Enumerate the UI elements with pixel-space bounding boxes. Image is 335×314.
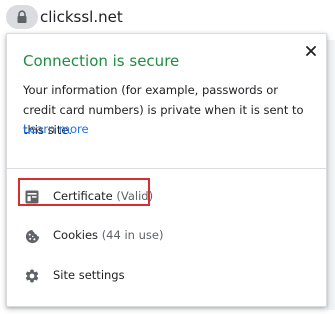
lock-icon bbox=[16, 10, 28, 24]
site-settings-label: Site settings bbox=[53, 268, 125, 282]
gear-icon bbox=[24, 268, 40, 284]
address-bar: clickssl.net bbox=[0, 0, 335, 34]
cookies-label: Cookies (44 in use) bbox=[53, 228, 163, 242]
cookies-label-text: Cookies bbox=[53, 228, 99, 242]
learn-more-link[interactable]: Learn more bbox=[23, 122, 89, 136]
cookies-item[interactable]: Cookies (44 in use) bbox=[7, 217, 326, 255]
divider bbox=[7, 168, 326, 169]
site-info-button[interactable] bbox=[6, 5, 38, 29]
site-info-popup: Connection is secure Your information (f… bbox=[6, 33, 327, 307]
cookie-icon bbox=[24, 228, 40, 244]
url-text[interactable]: clickssl.net bbox=[40, 8, 123, 26]
connection-secure-title: Connection is secure bbox=[23, 52, 180, 70]
certificate-highlight-box bbox=[18, 178, 150, 206]
page-background-strip bbox=[327, 40, 335, 310]
cookies-count: (44 in use) bbox=[101, 228, 164, 242]
close-button[interactable] bbox=[301, 41, 321, 61]
site-settings-item[interactable]: Site settings bbox=[7, 257, 326, 295]
close-icon bbox=[306, 46, 316, 56]
